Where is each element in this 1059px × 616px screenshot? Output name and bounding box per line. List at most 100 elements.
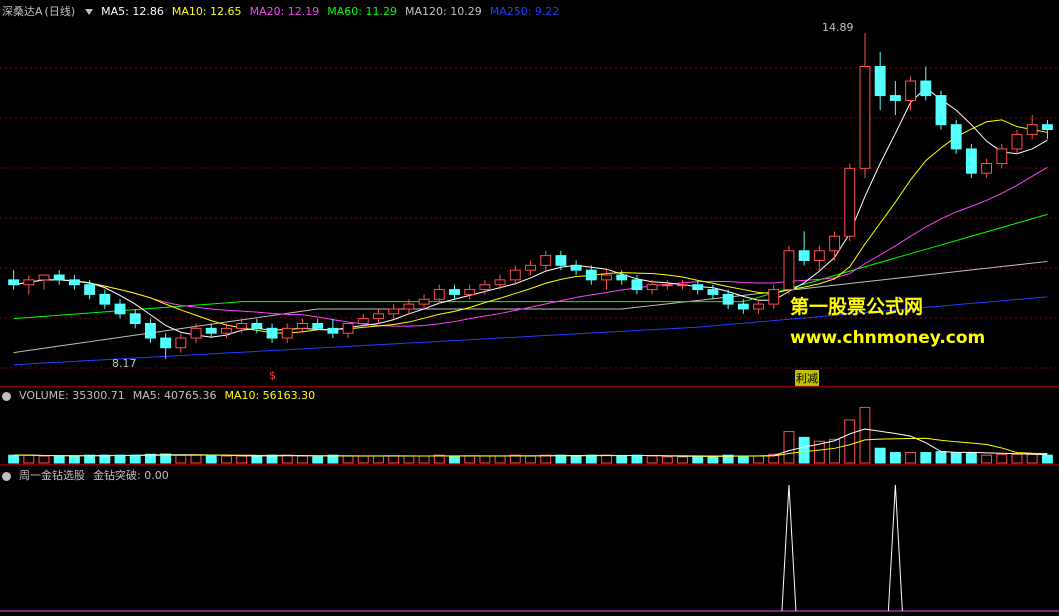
candle-body: [38, 274, 50, 281]
period-label: (日线): [44, 5, 76, 18]
candle-body: [813, 250, 825, 261]
volume-bar: [829, 438, 840, 464]
low-price-label: 8.17: [112, 357, 137, 370]
settings-dot-icon[interactable]: [2, 391, 11, 401]
volume-bar: [129, 454, 141, 464]
volume-bar: [798, 436, 810, 464]
high-price-label: 14.89: [822, 21, 854, 34]
dropdown-triangle-icon[interactable]: [85, 8, 94, 15]
candle-body: [1041, 124, 1053, 131]
candle-body: [190, 327, 202, 339]
volume-bar: [99, 454, 111, 464]
candle-body: [555, 255, 567, 266]
volume-bar: [53, 455, 65, 464]
candle-body: [616, 274, 628, 281]
volume-bar: [661, 456, 673, 464]
candle-body: [23, 279, 35, 286]
candle-body: [905, 80, 917, 101]
volume-bar: [23, 454, 35, 464]
candle-body: [388, 308, 400, 315]
volume-bar: [297, 455, 308, 464]
volume-bar: [646, 455, 658, 464]
candle-body: [722, 293, 734, 305]
candle-body: [677, 284, 688, 287]
candle-body: [342, 323, 354, 334]
candle-body: [661, 284, 673, 287]
volume-bar: [221, 455, 232, 464]
candle-body: [570, 264, 582, 271]
candle-body: [920, 80, 932, 97]
candle-body: [753, 303, 764, 310]
volume-bar: [996, 453, 1008, 464]
volume-bar: [1011, 453, 1023, 464]
indicator-spike: [887, 484, 903, 612]
volume-bar: [418, 455, 430, 464]
volume-bar: [737, 455, 749, 464]
candle-body: [509, 269, 521, 281]
candle-body: [68, 279, 80, 286]
candle-body: [357, 318, 369, 325]
candle-body: [692, 284, 704, 291]
candle-body: [494, 279, 506, 286]
candle-body: [996, 148, 1008, 164]
volume-header: VOLUME: 35300.71 MA5: 40765.36 MA10: 56163…: [2, 389, 323, 402]
volume-bar: [388, 455, 400, 464]
volume-bar: [479, 455, 491, 464]
candle-body: [631, 279, 643, 291]
indicator-chart[interactable]: [0, 465, 1059, 616]
volume-bar: [920, 452, 932, 464]
candle-body: [737, 303, 749, 310]
volume-bar: [236, 455, 248, 464]
candle-body: [160, 337, 172, 349]
ma10-value: MA10: 12.65: [171, 5, 242, 18]
indicator-name: 周一金钻选股: [19, 469, 85, 482]
candle-body: [889, 95, 901, 101]
candle-body: [205, 327, 217, 334]
volume-bar: [373, 455, 384, 464]
volume-bar: [175, 454, 187, 464]
candle-body: [479, 284, 491, 291]
candle-body: [844, 167, 856, 237]
indicator-chart-pane[interactable]: 周一金钻选股 金钻突破: 0.00: [0, 464, 1059, 616]
volume-bar: [601, 454, 612, 464]
volume-bar: [692, 455, 704, 464]
volume-bar: [631, 454, 643, 464]
candle-body: [798, 250, 810, 261]
volume-bar: [616, 455, 628, 464]
candle-body: [251, 323, 263, 329]
candle-body: [707, 289, 719, 295]
candle-body: [99, 293, 111, 305]
ma5-value: MA5: 12.86: [101, 5, 164, 18]
candle-body: [53, 274, 65, 281]
candle-body: [768, 289, 780, 305]
volume-bar: [981, 454, 993, 464]
settings-dot-icon[interactable]: [2, 471, 11, 481]
candle-body: [312, 323, 324, 329]
ma60-value: MA60: 11.29: [327, 5, 397, 18]
candle-body: [1011, 133, 1023, 150]
candle-body: [783, 250, 795, 291]
candle-body: [464, 289, 476, 295]
volume-bar: [38, 455, 50, 464]
box-marker: 利减: [795, 370, 819, 386]
volume-bar: [950, 452, 962, 464]
indicator-header: 周一金钻选股 金钻突破: 0.00: [2, 467, 177, 483]
candle-body: [175, 337, 187, 349]
candle-body: [585, 269, 597, 281]
volume-bar: [844, 419, 856, 464]
candle-body: [874, 65, 886, 97]
volume-bar: [281, 454, 293, 464]
watermark-title: 第一股票公式网: [790, 296, 924, 318]
candle-body: [84, 284, 96, 295]
candle-body: [981, 162, 993, 174]
volume-bar: [905, 452, 917, 464]
volume-bar: [312, 456, 324, 464]
price-chart-pane[interactable]: 深桑达A (日线) MA5: 12.86 MA10: 12.65 MA20: 12.19…: [0, 0, 1059, 386]
candle-body: [266, 327, 278, 339]
candle-body: [373, 313, 384, 320]
candle-body: [1026, 124, 1038, 135]
volume-chart-pane[interactable]: VOLUME: 35300.71 MA5: 40765.36 MA10: 56163…: [0, 386, 1059, 465]
ma250-value: MA250: 9.22: [489, 5, 560, 18]
volume-bar: [935, 451, 947, 464]
candle-body: [935, 95, 947, 126]
